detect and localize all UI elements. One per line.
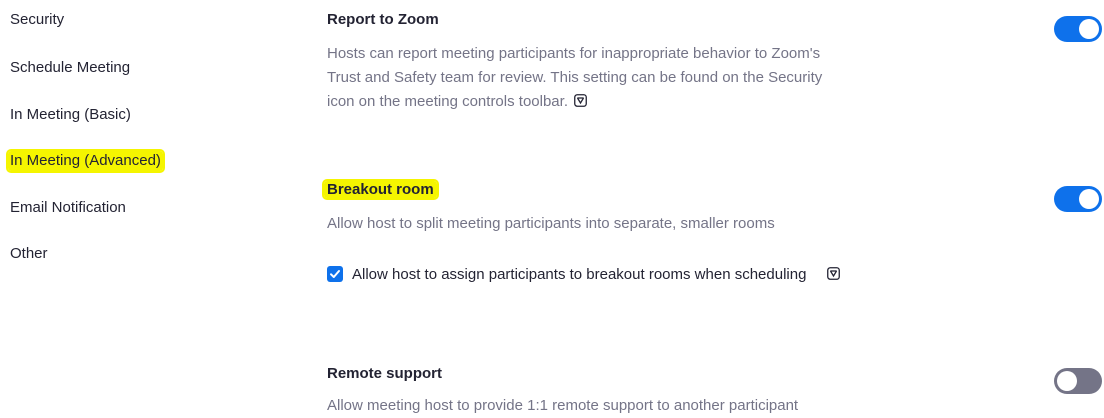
breakout-room-title: Breakout room [324,180,437,200]
toggle-knob [1079,19,1099,39]
remote-support-title: Remote support [327,365,443,382]
breakout-assign-label: Allow host to assign participants to bre… [352,266,807,283]
info-icon[interactable] [827,265,841,280]
info-icon[interactable] [574,91,587,107]
breakout-assign-checkbox[interactable] [327,266,343,282]
remote-support-toggle[interactable] [1054,368,1102,394]
report-to-zoom-description: Hosts can report meeting participants fo… [327,45,823,110]
remote-support-description: Allow meeting host to provide 1:1 remote… [327,397,799,414]
toggle-knob [1057,371,1077,391]
toggle-knob [1079,189,1099,209]
report-to-zoom-title: Report to Zoom [327,11,439,28]
breakout-room-description: Allow host to split meeting participants… [327,215,775,232]
settings-panel: Report to Zoom Hosts can report meeting … [0,0,1104,414]
breakout-assign-option: Allow host to assign participants to bre… [327,264,841,286]
report-to-zoom-toggle[interactable] [1054,16,1102,42]
breakout-room-toggle[interactable] [1054,186,1102,212]
